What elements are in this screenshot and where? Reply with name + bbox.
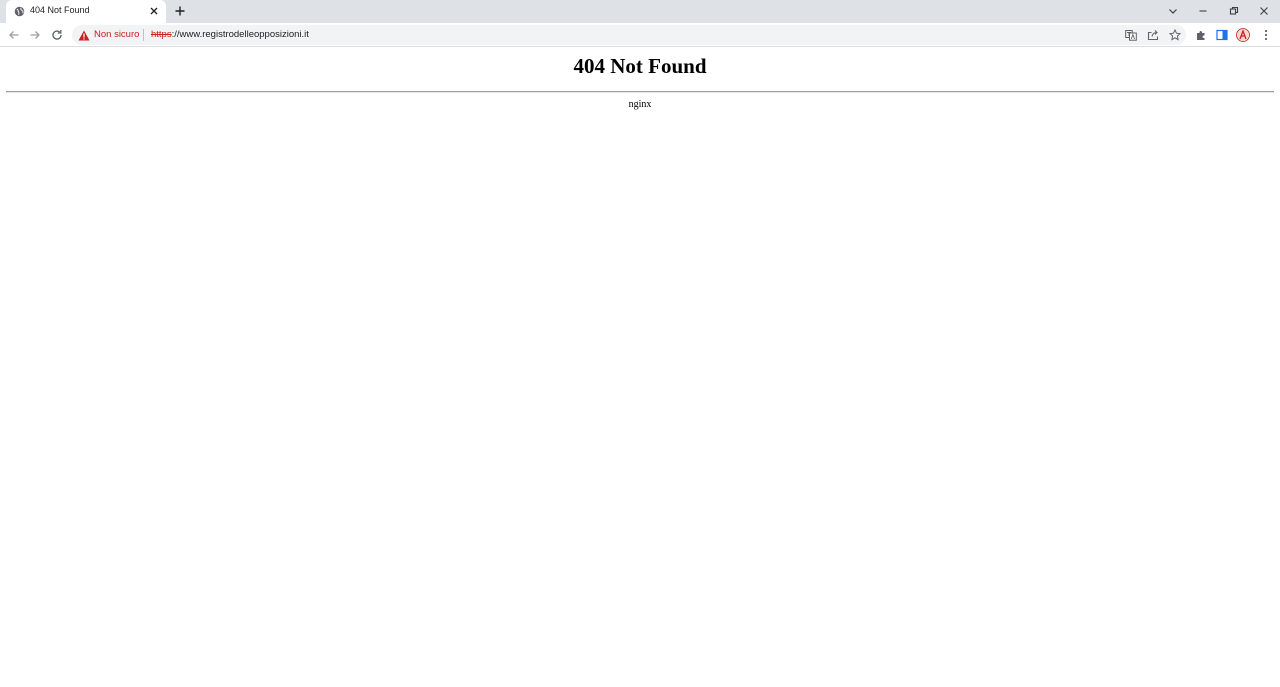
server-signature: nginx: [628, 99, 652, 110]
toolbar: Non sicuro https://www.registrodelleoppo…: [0, 23, 1280, 47]
tab-title: 404 Not Found: [30, 5, 90, 15]
url-host: ://www.registrodelleopposizioni.it: [171, 29, 309, 40]
warning-icon[interactable]: [78, 29, 90, 41]
side-panel-icon[interactable]: [1214, 27, 1230, 43]
new-tab-button[interactable]: [172, 3, 188, 19]
extensions-icon[interactable]: [1193, 27, 1209, 43]
globe-icon: [14, 6, 25, 17]
restore-icon[interactable]: [1226, 3, 1242, 19]
page-title: 404 Not Found: [573, 54, 707, 78]
address-bar[interactable]: Non sicuro https://www.registrodelleoppo…: [72, 25, 1186, 45]
tab-strip: 404 Not Found: [0, 0, 1280, 23]
close-tab-icon[interactable]: [148, 5, 160, 17]
profile-icon[interactable]: [1235, 27, 1251, 43]
tab-active[interactable]: 404 Not Found: [6, 0, 166, 23]
page-content: 404 Not Found nginx: [0, 48, 1280, 687]
back-icon[interactable]: [6, 27, 22, 43]
security-label[interactable]: Non sicuro: [94, 29, 139, 40]
star-icon[interactable]: [1169, 29, 1181, 41]
url-scheme: https: [151, 29, 172, 40]
divider: [6, 91, 1274, 93]
share-icon[interactable]: [1147, 29, 1159, 41]
menu-icon[interactable]: [1258, 27, 1274, 43]
translate-icon[interactable]: [1125, 29, 1137, 41]
tab-search-icon[interactable]: [1165, 3, 1181, 19]
close-window-icon[interactable]: [1256, 3, 1272, 19]
omnibox-separator: [143, 29, 144, 41]
url-text[interactable]: https://www.registrodelleopposizioni.it: [151, 29, 309, 40]
forward-icon[interactable]: [27, 27, 43, 43]
minimize-icon[interactable]: [1195, 3, 1211, 19]
reload-icon[interactable]: [49, 27, 65, 43]
